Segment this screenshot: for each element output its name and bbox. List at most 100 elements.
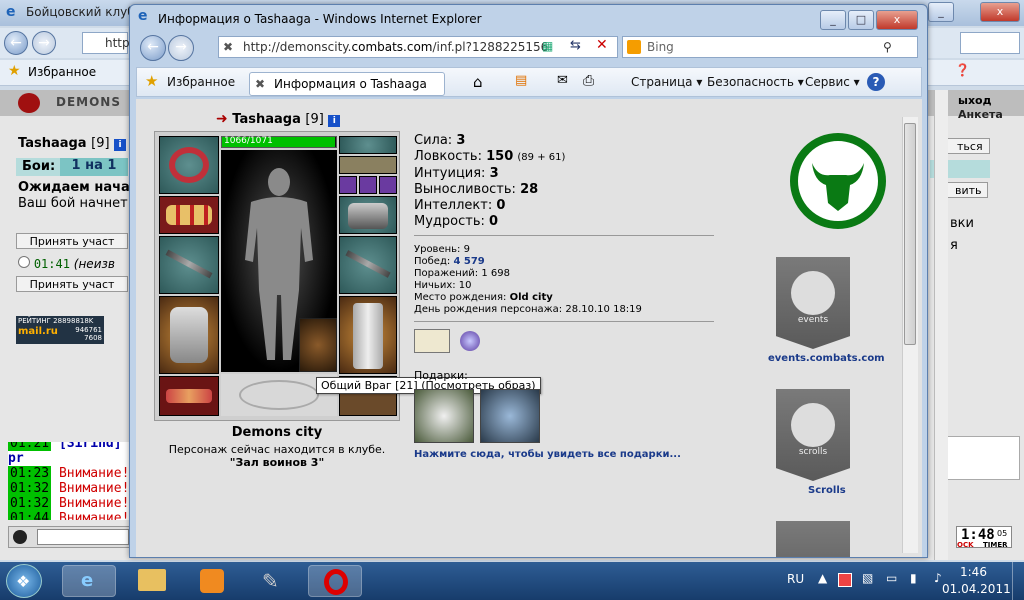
weapon-right-slot[interactable] — [339, 236, 397, 294]
tray-volume-icon[interactable]: ♪ — [934, 571, 942, 585]
gloves-slot[interactable] — [339, 196, 397, 234]
help-icon[interactable]: ? — [867, 73, 885, 91]
popup-url-field[interactable]: ✖ http://demonscity.combats.com/inf.pl?1… — [218, 36, 618, 58]
stop-icon[interactable]: ✕ — [596, 37, 608, 53]
url-prefix: http://demonscity. — [243, 40, 352, 54]
taskbar-paint[interactable]: ✎ — [246, 565, 300, 597]
taskbar-ie[interactable]: e — [62, 565, 116, 597]
bg-chat-input[interactable] — [37, 529, 129, 545]
brush-icon: ✎ — [262, 569, 279, 593]
taskbar-opera[interactable] — [308, 565, 362, 597]
chat-head-icon[interactable] — [13, 530, 27, 544]
bg-tab-anketa[interactable]: Анкета — [958, 108, 1003, 121]
earrings-slot[interactable] — [339, 136, 397, 154]
bg-url-field[interactable]: http — [82, 32, 130, 54]
gift-bouquet-icon[interactable] — [414, 389, 474, 443]
armor-slot[interactable] — [159, 296, 219, 374]
home-icon[interactable]: ⌂ — [473, 73, 483, 91]
gift-egg-icon[interactable] — [480, 389, 540, 443]
ring-slot-3[interactable] — [379, 176, 397, 194]
bg-accept-button-1[interactable]: Принять участ — [16, 233, 128, 249]
rss-icon[interactable]: ▤ — [515, 73, 527, 88]
menu-service[interactable]: Сервис ▾ — [805, 75, 860, 89]
bg-help-icon[interactable]: ❓ — [955, 63, 970, 77]
bg-back-button[interactable]: ← — [4, 31, 28, 55]
handshake-icon[interactable] — [414, 329, 450, 353]
mail-icon[interactable]: ✉ — [557, 73, 568, 88]
show-desktop-button[interactable] — [1012, 562, 1024, 600]
info-wins-link[interactable]: 4 579 — [453, 256, 484, 267]
popup-command-bar: ★ Избранное ✖ Информация о Tashaaga ⌂ ▤ … — [136, 67, 922, 97]
search-icon[interactable]: ⚲ — [883, 37, 892, 57]
helmet-slot[interactable] — [159, 136, 219, 194]
log-text: Внимание! — [58, 481, 130, 496]
tray-monitor-icon[interactable]: ▭ — [886, 571, 897, 585]
popup-tab[interactable]: ✖ Информация о Tashaaga — [249, 72, 445, 96]
all-gifts-link[interactable]: Нажмите сюда, чтобы увидеть все подарки.… — [414, 449, 681, 460]
tray-arrow-icon[interactable]: ▲ — [818, 571, 827, 585]
info-icon[interactable]: i — [328, 115, 341, 127]
radio-icon[interactable] — [18, 256, 30, 268]
refresh-icon[interactable]: ⇆ — [570, 38, 581, 53]
hp-text: 1066/1071 — [224, 136, 273, 146]
bg-rating-counter[interactable]: РЕЙТИНГ 28898818K mail.ru 946761 7608 — [16, 316, 104, 344]
compat-view-icon[interactable]: ▦ — [542, 39, 553, 53]
info-wins: Побед: 4 579 — [414, 256, 642, 268]
info-icon[interactable]: i — [114, 139, 127, 151]
start-button[interactable]: ❖ — [6, 564, 42, 598]
popup-close-button[interactable]: x — [876, 10, 918, 30]
belt-slot[interactable] — [159, 376, 219, 416]
ring-slot-2[interactable] — [359, 176, 377, 194]
info-wins-label: Побед: — [414, 256, 451, 267]
taskbar-explorer[interactable] — [126, 565, 180, 597]
bg-favorites-label[interactable]: Избранное — [28, 65, 96, 79]
scrolls-link[interactable]: Scrolls — [808, 485, 846, 496]
tray-device-icon[interactable]: ▧ — [862, 571, 873, 585]
bg-search-field[interactable] — [960, 32, 1020, 54]
amulet-slot[interactable] — [339, 156, 397, 174]
bg-minimize-button[interactable]: _ — [928, 2, 954, 22]
menu-page[interactable]: Страница ▾ — [631, 75, 702, 89]
clock-date[interactable]: 01.04.2011 — [942, 582, 1011, 596]
bg-forward-button[interactable]: → — [32, 31, 56, 55]
print-icon[interactable]: ⎙ — [583, 73, 594, 89]
bracers-slot[interactable] — [159, 196, 219, 234]
popup-maximize-button[interactable]: □ — [848, 10, 874, 30]
bg-exit-link[interactable]: ыход — [958, 94, 991, 107]
bg-scrollbar[interactable] — [934, 90, 948, 560]
leggings-slot[interactable] — [339, 296, 397, 374]
clock-time[interactable]: 1:46 — [960, 565, 987, 579]
character-figure[interactable] — [221, 150, 337, 372]
popup-tab-title: Информация о Tashaaga — [274, 77, 427, 91]
bg-mail-n2: 7608 — [84, 334, 102, 342]
badge-icon[interactable] — [460, 331, 480, 351]
weapon-left-slot[interactable] — [159, 236, 219, 294]
bg-rating-value: 28898818K — [53, 317, 94, 325]
pet-portrait[interactable] — [299, 318, 337, 372]
menu-security[interactable]: Безопасность ▾ — [707, 75, 804, 89]
bg-fights-tab[interactable]: 1 на 1 — [60, 158, 128, 176]
events-link[interactable]: events.combats.com — [768, 353, 885, 364]
bg-close-button[interactable]: x — [980, 2, 1020, 22]
tray-network-icon[interactable]: ▮ — [910, 571, 917, 585]
popup-back-button[interactable]: ← — [140, 35, 166, 61]
events-banner[interactable]: events — [776, 257, 850, 349]
popup-forward-button[interactable]: → — [168, 35, 194, 61]
taskbar-media[interactable] — [184, 565, 238, 597]
stat-label: Ловкость: — [414, 149, 482, 164]
popup-scrollbar-thumb[interactable] — [904, 123, 916, 345]
ie-icon: e — [6, 4, 16, 20]
popup-search-field[interactable]: Bing ⚲ — [622, 36, 918, 58]
bg-accept-button-2[interactable]: Принять участ — [16, 276, 128, 292]
ring-slot-1[interactable] — [339, 176, 357, 194]
popup-minimize-button[interactable]: _ — [820, 10, 846, 30]
popup-favorites-button[interactable]: Избранное — [167, 75, 235, 89]
character-room: "Зал воинов 3" — [229, 456, 325, 469]
log-text: Внимание! — [58, 466, 130, 481]
third-banner[interactable] — [776, 521, 850, 557]
tray-antivirus-icon[interactable] — [838, 573, 852, 587]
language-indicator[interactable]: RU — [787, 572, 804, 586]
demons-city-emblem[interactable] — [790, 133, 886, 229]
info-birthplace-label: Место рождения: — [414, 292, 507, 303]
scrolls-banner[interactable]: scrolls — [776, 389, 850, 481]
